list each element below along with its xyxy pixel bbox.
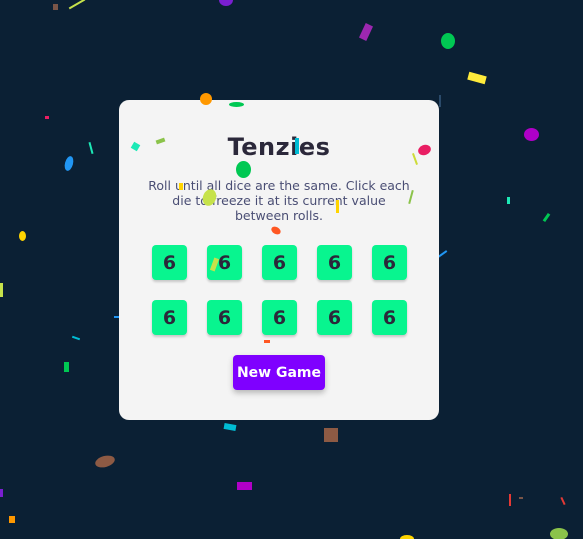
game-title: Tenzies	[227, 133, 331, 161]
dice-grid: 6 6 6 6 6 6 6 6 6 6	[152, 245, 407, 335]
confetti-piece	[0, 283, 3, 297]
confetti-piece	[68, 0, 86, 10]
die-4[interactable]: 6	[317, 245, 352, 280]
confetti-piece	[441, 33, 455, 49]
confetti-piece	[237, 482, 252, 490]
confetti-piece	[507, 197, 510, 204]
die-3[interactable]: 6	[262, 245, 297, 280]
confetti-piece	[0, 489, 3, 497]
confetti-piece	[467, 71, 487, 85]
confetti-piece	[524, 128, 539, 141]
app-stage: Tenzies Roll until all dice are the same…	[0, 0, 583, 539]
new-game-button[interactable]: New Game	[233, 355, 325, 390]
die-1[interactable]: 6	[152, 245, 187, 280]
confetti-piece	[53, 4, 58, 10]
confetti-piece	[223, 423, 237, 431]
confetti-piece	[93, 453, 117, 470]
die-6[interactable]: 6	[152, 300, 187, 335]
confetti-piece	[560, 496, 566, 506]
confetti-piece	[400, 535, 414, 539]
confetti-piece	[88, 141, 94, 155]
confetti-piece	[45, 116, 49, 119]
confetti-piece	[19, 231, 26, 241]
confetti-piece	[64, 362, 69, 372]
confetti-piece	[519, 497, 523, 499]
game-card: Tenzies Roll until all dice are the same…	[119, 100, 439, 420]
die-5[interactable]: 6	[372, 245, 407, 280]
confetti-piece	[358, 23, 374, 41]
confetti-piece	[324, 428, 338, 442]
die-10[interactable]: 6	[372, 300, 407, 335]
confetti-piece	[71, 335, 81, 341]
game-instructions: Roll until all dice are the same. Click …	[148, 178, 410, 223]
confetti-piece	[542, 212, 551, 223]
confetti-piece	[509, 494, 511, 506]
die-2[interactable]: 6	[207, 245, 242, 280]
confetti-piece	[550, 528, 568, 539]
die-9[interactable]: 6	[317, 300, 352, 335]
die-7[interactable]: 6	[207, 300, 242, 335]
confetti-piece	[219, 0, 233, 6]
die-8[interactable]: 6	[262, 300, 297, 335]
confetti-piece	[63, 155, 75, 172]
confetti-piece	[9, 516, 15, 523]
confetti-piece	[439, 95, 441, 107]
